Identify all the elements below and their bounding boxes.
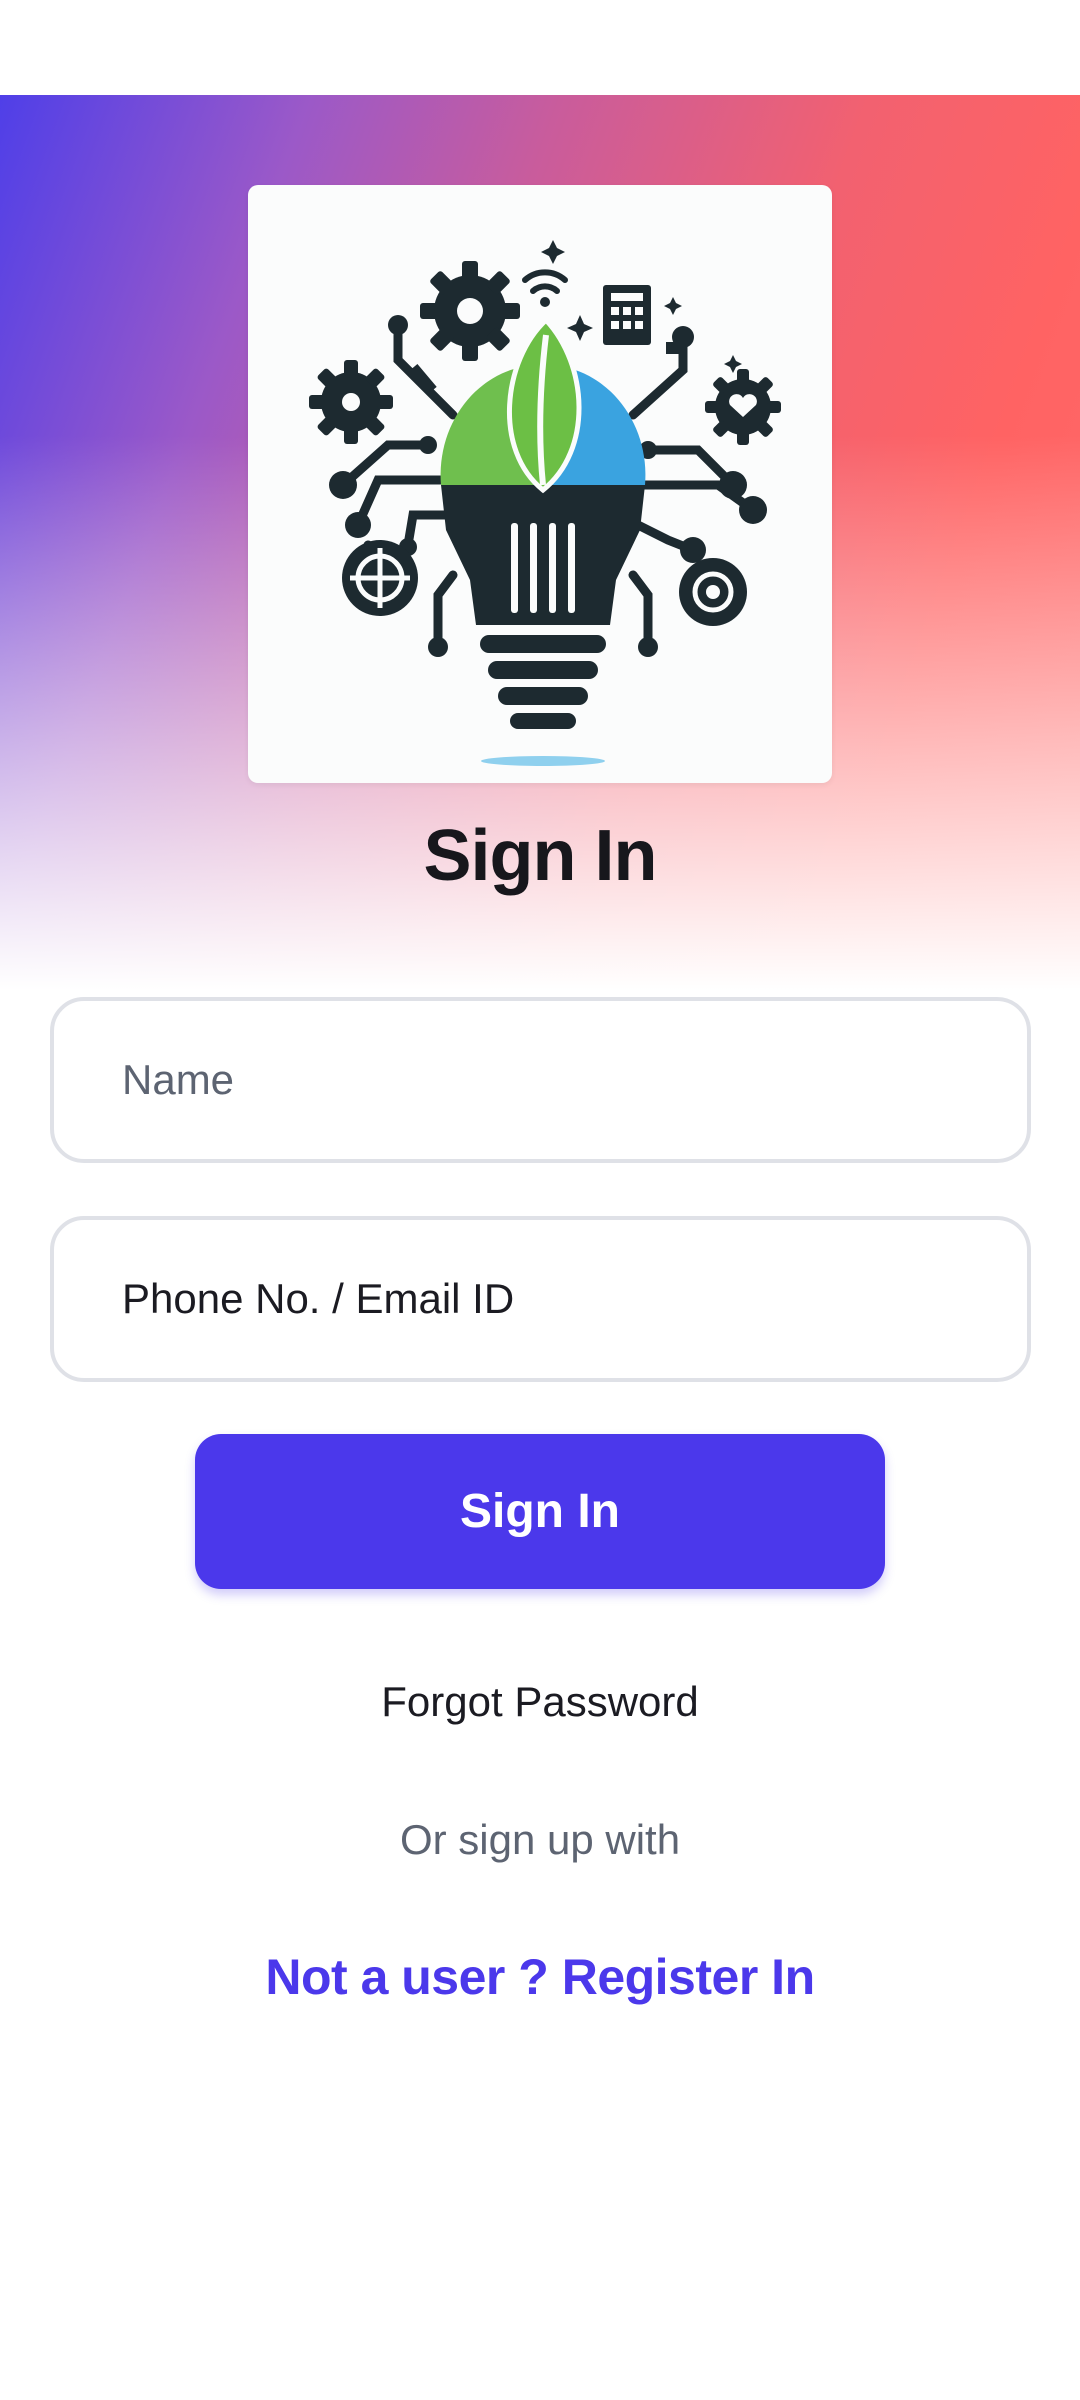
forgot-password-link[interactable]: Forgot Password [0,1678,1080,1726]
status-bar [0,0,1080,95]
register-link[interactable]: Not a user ? Register In [0,1948,1080,2006]
app-logo [248,185,832,783]
phone-email-input[interactable] [122,1275,1027,1323]
name-input[interactable] [122,1056,1027,1104]
phone-email-field[interactable] [50,1216,1031,1382]
alt-signup-label: Or sign up with [399,1816,681,1863]
name-field[interactable] [50,997,1031,1163]
sign-in-screen: Sign In Sign In Forgot Password Or sign … [0,0,1080,2400]
page-title: Sign In [423,816,658,896]
sign-in-button[interactable]: Sign In [195,1434,885,1589]
lightbulb-leaf-icon [309,240,781,766]
